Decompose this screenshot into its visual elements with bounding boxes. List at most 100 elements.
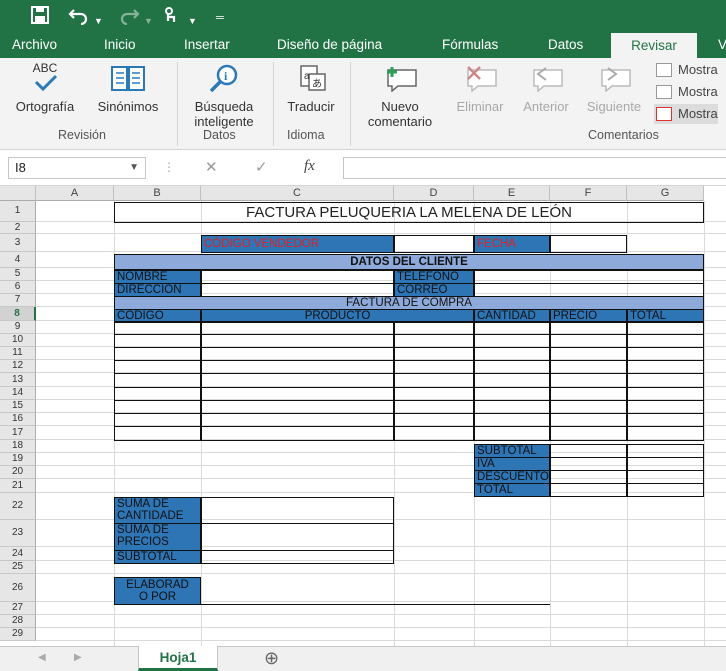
traducir-button[interactable]: aあ Traducir (279, 64, 343, 114)
row-header-20[interactable]: 20 (0, 466, 36, 479)
item-cell[interactable] (474, 400, 550, 414)
item-cell[interactable] (394, 347, 474, 361)
row-header-22[interactable]: 22 (0, 493, 36, 520)
item-cell[interactable] (394, 360, 474, 374)
row-header-23[interactable]: 23 (0, 520, 36, 547)
row-header-10[interactable]: 10 (0, 334, 36, 347)
eliminar-button[interactable]: Eliminar (447, 64, 513, 114)
row-header-21[interactable]: 21 (0, 479, 36, 493)
undo-dropdown-icon[interactable]: ▼ (94, 11, 103, 31)
elaborado-label[interactable]: ELABORAD O POR (114, 577, 201, 605)
item-cell[interactable] (627, 413, 704, 427)
item-cell[interactable] (550, 387, 627, 401)
row-header-2[interactable]: 2 (0, 222, 36, 234)
row-header-5[interactable]: 5 (0, 268, 36, 281)
item-cell[interactable] (201, 413, 394, 427)
prev-sheet-icon[interactable]: ◀ (38, 652, 46, 663)
suma-precios-label[interactable]: SUMA DE PRECIOS (114, 523, 201, 551)
item-cell[interactable] (394, 373, 474, 388)
total-value-2[interactable] (627, 483, 704, 497)
next-sheet-icon[interactable]: ▶ (74, 652, 82, 663)
anterior-button[interactable]: Anterior (513, 64, 579, 114)
row-header-6[interactable]: 6 (0, 281, 36, 294)
item-cell[interactable] (394, 426, 474, 441)
tab-insertar[interactable]: Insertar (184, 32, 230, 58)
item-cell[interactable] (201, 334, 394, 348)
telefono-label[interactable]: TELEFONO (394, 270, 474, 284)
row-header-29[interactable]: 29 (0, 628, 36, 641)
item-cell[interactable] (201, 373, 394, 388)
item-cell[interactable] (627, 347, 704, 361)
row-header-16[interactable]: 16 (0, 413, 36, 426)
item-cell[interactable] (114, 426, 201, 441)
correo-label[interactable]: CORREO (394, 283, 474, 297)
column-header-e[interactable]: E (474, 186, 550, 201)
touch-dropdown-icon[interactable]: ▼ (188, 11, 197, 31)
save-icon[interactable] (30, 5, 50, 31)
insert-function-icon[interactable]: fx (304, 158, 315, 175)
undo-icon[interactable] (68, 5, 90, 31)
item-cell[interactable] (201, 360, 394, 374)
telefono-input[interactable] (474, 270, 704, 284)
item-cell[interactable] (394, 334, 474, 348)
tab-revisar[interactable]: Revisar (611, 33, 697, 59)
descuento-value[interactable] (550, 470, 627, 484)
item-cell[interactable] (201, 400, 394, 414)
correo-input[interactable] (474, 283, 704, 297)
item-cell[interactable] (201, 347, 394, 361)
item-cell[interactable] (627, 387, 704, 401)
item-cell[interactable] (550, 413, 627, 427)
customize-icon[interactable]: ═ (216, 8, 224, 28)
sheet-tab-hoja1[interactable]: Hoja1 (138, 646, 218, 671)
invoice-title[interactable]: FACTURA PELUQUERIA LA MELENA DE LEÓN (114, 202, 704, 223)
siguiente-button[interactable]: Siguiente (579, 64, 649, 114)
item-cell[interactable] (474, 360, 550, 374)
item-cell[interactable] (627, 400, 704, 414)
suma-cantidad-value[interactable] (201, 497, 394, 524)
fecha-input[interactable] (550, 235, 627, 253)
tab-inicio[interactable]: Inicio (104, 32, 136, 58)
column-header-g[interactable]: G (627, 186, 704, 201)
codigo-vendedor-label[interactable]: CÓDIGO VENDEDOR (201, 235, 394, 253)
codigo-vendedor-input[interactable] (394, 235, 474, 253)
row-header-3[interactable]: 3 (0, 234, 36, 252)
datos-cliente-header[interactable]: DATOS DEL CLIENTE (114, 254, 704, 270)
tab-vista[interactable]: V (718, 32, 726, 58)
mostrar-todos-comentarios-button[interactable]: Mostra (654, 82, 718, 102)
item-cell[interactable] (627, 373, 704, 388)
mostrar-ocultar-comentario-button[interactable]: Mostra (654, 60, 718, 80)
subtotal-value[interactable] (550, 444, 627, 458)
spreadsheet-grid[interactable]: A B C D E F G 1 2 3 4 5 6 7 8 9 10 11 12 13 14 15 16 17 18 19 20 21… (0, 186, 726, 646)
item-cell[interactable] (394, 387, 474, 401)
item-cell[interactable] (474, 321, 550, 335)
item-cell[interactable] (474, 334, 550, 348)
row-header-4[interactable]: 4 (0, 252, 36, 268)
factura-compra-header[interactable]: FACTURA DE COMPRA (114, 296, 704, 310)
subtotal-label[interactable]: SUBTOTAL (474, 444, 550, 458)
column-header-d[interactable]: D (394, 186, 474, 201)
direccion-input[interactable] (201, 283, 394, 297)
tab-formulas[interactable]: Fórmulas (442, 32, 498, 58)
suma-cantidad-label[interactable]: SUMA DE CANTIDADE (114, 497, 201, 524)
item-cell[interactable] (114, 334, 201, 348)
row-header-26[interactable]: 26 (0, 574, 36, 602)
column-header-c[interactable]: C (201, 186, 394, 201)
item-cell[interactable] (114, 347, 201, 361)
item-cell[interactable] (627, 426, 704, 441)
column-header-a[interactable]: A (36, 186, 114, 201)
row-header-17[interactable]: 17 (0, 426, 36, 440)
row-header-9[interactable]: 9 (0, 321, 36, 334)
name-box[interactable]: I8 ▼ (8, 157, 146, 179)
item-cell[interactable] (201, 426, 394, 441)
subtotal2-value[interactable] (201, 550, 394, 564)
subtotal-value-2[interactable] (627, 444, 704, 458)
tab-datos[interactable]: Datos (548, 32, 583, 58)
row-header-24[interactable]: 24 (0, 547, 36, 561)
row-header-1[interactable]: 1 (0, 201, 36, 222)
item-cell[interactable] (114, 360, 201, 374)
item-cell[interactable] (114, 413, 201, 427)
item-cell[interactable] (550, 373, 627, 388)
descuento-label[interactable]: DESCUENTO (474, 470, 550, 484)
iva-value[interactable] (550, 457, 627, 471)
row-header-11[interactable]: 11 (0, 347, 36, 360)
